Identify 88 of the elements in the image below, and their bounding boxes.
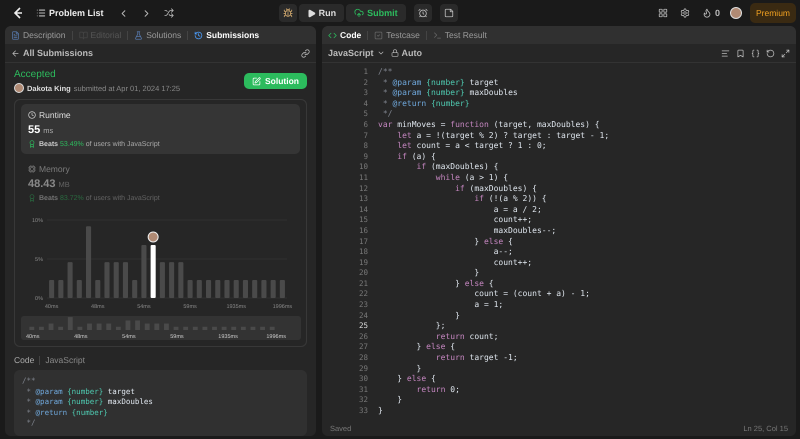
chevron-down-icon: [376, 49, 385, 57]
panel-tab[interactable]: Testcase: [374, 30, 420, 40]
memory-icon: [28, 165, 36, 173]
submission-status: Accepted: [14, 69, 57, 80]
avatar: [14, 83, 24, 93]
lock-icon: [390, 49, 399, 57]
avatar[interactable]: [730, 7, 742, 19]
code-line: } else {: [396, 374, 436, 384]
time-icon: [28, 111, 36, 119]
stat-value: 48.43: [28, 178, 56, 190]
code-line: while (a > 1) {: [434, 172, 508, 182]
problem-list-button[interactable]: Problem List: [32, 6, 108, 20]
code-line: maxDoubles--;: [492, 226, 556, 235]
panel-tab[interactable]: Submissions: [194, 30, 260, 40]
code-line: /**: [378, 67, 392, 76]
code-line: } else {: [454, 278, 494, 288]
language-select[interactable]: JavaScript: [328, 48, 385, 58]
code-line: if (maxDoubles) {: [454, 184, 537, 193]
stat-label: Runtime: [28, 110, 293, 120]
medal-icon: [28, 194, 36, 202]
stat-value: 55: [28, 124, 40, 136]
code-line: return target -1;: [434, 353, 518, 362]
code-line: a = a / 2;: [492, 204, 542, 214]
code-icon: [328, 30, 337, 40]
note-icon[interactable]: [440, 4, 458, 22]
flame-icon: [702, 8, 712, 18]
panel-tab[interactable]: Solutions: [134, 30, 182, 40]
list-icon: [36, 8, 46, 18]
run-button[interactable]: Run: [298, 4, 344, 22]
code-heading: Code: [14, 355, 34, 365]
code-line: } else {: [416, 342, 456, 352]
reset-icon[interactable]: [766, 48, 775, 58]
medal-icon: [28, 140, 36, 148]
check-icon: [374, 30, 384, 40]
braces-icon[interactable]: [751, 48, 760, 58]
range-overview[interactable]: [21, 316, 301, 340]
arrow-left-icon: [11, 48, 20, 58]
format-icon[interactable]: [721, 48, 730, 58]
debug-icon[interactable]: [278, 4, 297, 22]
code-line: }: [416, 364, 422, 373]
code-line: a--;: [492, 247, 513, 256]
code-line: count++;: [492, 215, 532, 224]
logo-icon: [12, 6, 24, 20]
code-line: var minMoves = function (target, maxDoubles) {: [378, 120, 600, 129]
code-line: if (maxDoubles) {: [416, 162, 498, 172]
code-line: * @param {number} target: [382, 78, 498, 87]
panel-tab[interactable]: Description: [11, 30, 66, 40]
terminal-icon: [432, 30, 442, 40]
alarm-clock-icon[interactable]: [414, 4, 432, 22]
pen-icon: [252, 76, 261, 86]
panel-tab[interactable]: Test Result: [432, 30, 487, 40]
bookmark-icon[interactable]: [736, 48, 745, 58]
panel-tab[interactable]: Code: [328, 30, 362, 40]
code-line: let count = a < target ? 1 : 0;: [396, 141, 547, 150]
code-line: if (a) {: [396, 152, 436, 161]
code-line: return count;: [434, 332, 498, 341]
histogram-bar: [68, 317, 73, 330]
code-line: count++;: [492, 258, 532, 267]
code-line: }: [396, 395, 402, 404]
stat-label: Memory: [28, 164, 293, 174]
code-line: return 0;: [416, 384, 460, 394]
code-line: };: [434, 321, 446, 330]
code-line: a = 1;: [473, 300, 504, 310]
shuffle-icon[interactable]: [162, 6, 176, 20]
play-icon: [306, 8, 316, 18]
code-line: let a = !(target % 2) ? target : target - 1;: [396, 130, 610, 140]
code-line: * @return {number}: [382, 98, 470, 108]
flask-icon: [134, 30, 144, 40]
expand-icon[interactable]: [781, 48, 790, 58]
code-line: }: [473, 268, 480, 278]
code-line: }: [454, 310, 460, 320]
premium-button[interactable]: Premium: [750, 3, 796, 23]
mode-button[interactable]: Auto: [390, 48, 422, 58]
doc-icon: [11, 30, 20, 40]
streak-counter[interactable]: 0: [700, 6, 722, 20]
back-link[interactable]: All Submissions: [11, 48, 94, 58]
code-line: count = (count + a) - 1;: [473, 289, 590, 298]
language-label: JavaScript: [45, 355, 86, 365]
link-icon[interactable]: [301, 48, 310, 58]
cloud-upload-icon: [354, 8, 364, 18]
code-line: if (!(a % 2)) {: [473, 194, 547, 204]
code-line: } else {: [473, 236, 513, 246]
history-icon: [194, 30, 204, 40]
code-line: }: [378, 406, 383, 415]
code-line: */: [382, 109, 392, 118]
code-line: * @param {number} maxDoubles: [382, 88, 518, 98]
submit-button[interactable]: Submit: [346, 4, 406, 22]
avatar-icon: [148, 231, 159, 242]
